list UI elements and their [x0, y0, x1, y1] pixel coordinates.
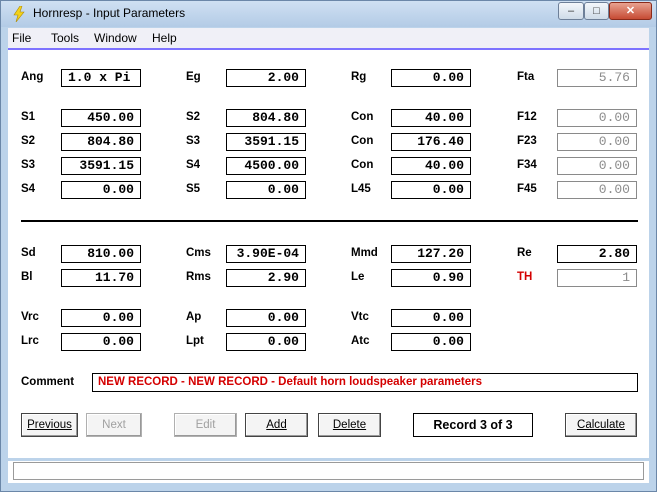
section-divider	[21, 220, 638, 222]
label-f12: F12	[517, 111, 537, 123]
status-field	[13, 462, 644, 480]
th-field: 1	[557, 269, 637, 287]
s1-field[interactable]: 450.00	[61, 109, 141, 127]
label-rms: Rms	[186, 271, 211, 283]
ang-field[interactable]: 1.0 x Pi	[61, 69, 141, 87]
comment-field[interactable]: NEW RECORD - NEW RECORD - Default horn l…	[92, 373, 638, 392]
maximize-button[interactable]: □	[584, 2, 609, 20]
label-f45: F45	[517, 183, 537, 195]
label-s1: S1	[21, 111, 36, 123]
atc-field[interactable]: 0.00	[391, 333, 471, 351]
label-con-row3: Con	[351, 159, 374, 171]
window-title: Hornresp - Input Parameters	[33, 6, 186, 20]
label-bl: Bl	[21, 271, 33, 283]
add-button[interactable]: Add	[245, 413, 308, 437]
label-atc: Atc	[351, 335, 370, 347]
menu-window[interactable]: Window	[94, 31, 137, 45]
cms-field[interactable]: 3.90E-04	[226, 245, 306, 263]
f12-field: 0.00	[557, 109, 637, 127]
delete-button[interactable]: Delete	[318, 413, 381, 437]
label-mmd: Mmd	[351, 247, 378, 259]
con-field-row2[interactable]: 176.40	[391, 133, 471, 151]
edit-button-label: Edit	[195, 419, 216, 431]
l45-field[interactable]: 0.00	[391, 181, 471, 199]
f23-field: 0.00	[557, 133, 637, 151]
label-l45: L45	[351, 183, 371, 195]
previous-button[interactable]: Previous	[21, 413, 78, 437]
input-parameters-panel: Ang 1.0 x Pi Eg 2.00 Rg 0.00 Fta 5.76 S1…	[8, 50, 649, 458]
menu-tools[interactable]: Tools	[51, 31, 79, 45]
menu-help[interactable]: Help	[152, 31, 177, 45]
eg-field[interactable]: 2.00	[226, 69, 306, 87]
label-rg: Rg	[351, 71, 367, 83]
rms-field[interactable]: 2.90	[226, 269, 306, 287]
sd-field[interactable]: 810.00	[61, 245, 141, 263]
label-eg: Eg	[186, 71, 201, 83]
lpt-field[interactable]: 0.00	[226, 333, 306, 351]
label-s4-row3: S4	[186, 159, 201, 171]
menu-bar: File Tools Window Help	[8, 28, 649, 50]
f34-field: 0.00	[557, 157, 637, 175]
label-f34: F34	[517, 159, 537, 171]
s3-field-row3[interactable]: 3591.15	[61, 157, 141, 175]
label-vtc: Vtc	[351, 311, 369, 323]
previous-button-label: Previous	[27, 419, 72, 431]
label-le: Le	[351, 271, 365, 283]
label-s2-row1: S2	[186, 111, 201, 123]
lightning-bolt-icon	[13, 6, 25, 22]
record-indicator: Record 3 of 3	[413, 413, 533, 437]
minimize-button[interactable]: –	[558, 2, 584, 20]
label-lrc: Lrc	[21, 335, 39, 347]
calculate-button-label: Calculate	[577, 419, 625, 431]
edit-button[interactable]: Edit	[174, 413, 237, 437]
label-th: TH	[517, 271, 533, 283]
s2-field-row1[interactable]: 804.80	[226, 109, 306, 127]
app-window: Hornresp - Input Parameters – □ ✕ File T…	[0, 0, 657, 492]
lrc-field[interactable]: 0.00	[61, 333, 141, 351]
label-comment: Comment	[21, 376, 75, 388]
s3-field-row2[interactable]: 3591.15	[226, 133, 306, 151]
re-field[interactable]: 2.80	[557, 245, 637, 263]
label-s5: S5	[186, 183, 201, 195]
ap-field[interactable]: 0.00	[226, 309, 306, 327]
label-lpt: Lpt	[186, 335, 204, 347]
label-s3-row3: S3	[21, 159, 36, 171]
f45-field: 0.00	[557, 181, 637, 199]
s2-field-row2[interactable]: 804.80	[61, 133, 141, 151]
calculate-button[interactable]: Calculate	[565, 413, 637, 437]
label-cms: Cms	[186, 247, 211, 259]
mmd-field[interactable]: 127.20	[391, 245, 471, 263]
vrc-field[interactable]: 0.00	[61, 309, 141, 327]
con-field-row3[interactable]: 40.00	[391, 157, 471, 175]
label-vrc: Vrc	[21, 311, 39, 323]
next-button-label: Next	[102, 419, 126, 431]
s5-field[interactable]: 0.00	[226, 181, 306, 199]
menu-file[interactable]: File	[12, 31, 31, 45]
close-button[interactable]: ✕	[609, 2, 652, 20]
add-button-label: Add	[266, 419, 287, 431]
label-s2-row2: S2	[21, 135, 36, 147]
label-sd: Sd	[21, 247, 36, 259]
rg-field[interactable]: 0.00	[391, 69, 471, 87]
label-ang: Ang	[21, 71, 44, 83]
label-s3-row2: S3	[186, 135, 201, 147]
label-re: Re	[517, 247, 532, 259]
s4-field-row4[interactable]: 0.00	[61, 181, 141, 199]
label-ap: Ap	[186, 311, 202, 323]
le-field[interactable]: 0.90	[391, 269, 471, 287]
label-f23: F23	[517, 135, 537, 147]
fta-field: 5.76	[557, 69, 637, 87]
label-s4-row4: S4	[21, 183, 36, 195]
label-fta: Fta	[517, 71, 535, 83]
next-button[interactable]: Next	[86, 413, 142, 437]
vtc-field[interactable]: 0.00	[391, 309, 471, 327]
delete-button-label: Delete	[332, 419, 367, 431]
status-bar	[8, 461, 649, 483]
label-con-row1: Con	[351, 111, 374, 123]
title-bar[interactable]: Hornresp - Input Parameters – □ ✕	[1, 1, 656, 27]
bl-field[interactable]: 11.70	[61, 269, 141, 287]
con-field-row1[interactable]: 40.00	[391, 109, 471, 127]
s4-field-row3[interactable]: 4500.00	[226, 157, 306, 175]
label-con-row2: Con	[351, 135, 374, 147]
